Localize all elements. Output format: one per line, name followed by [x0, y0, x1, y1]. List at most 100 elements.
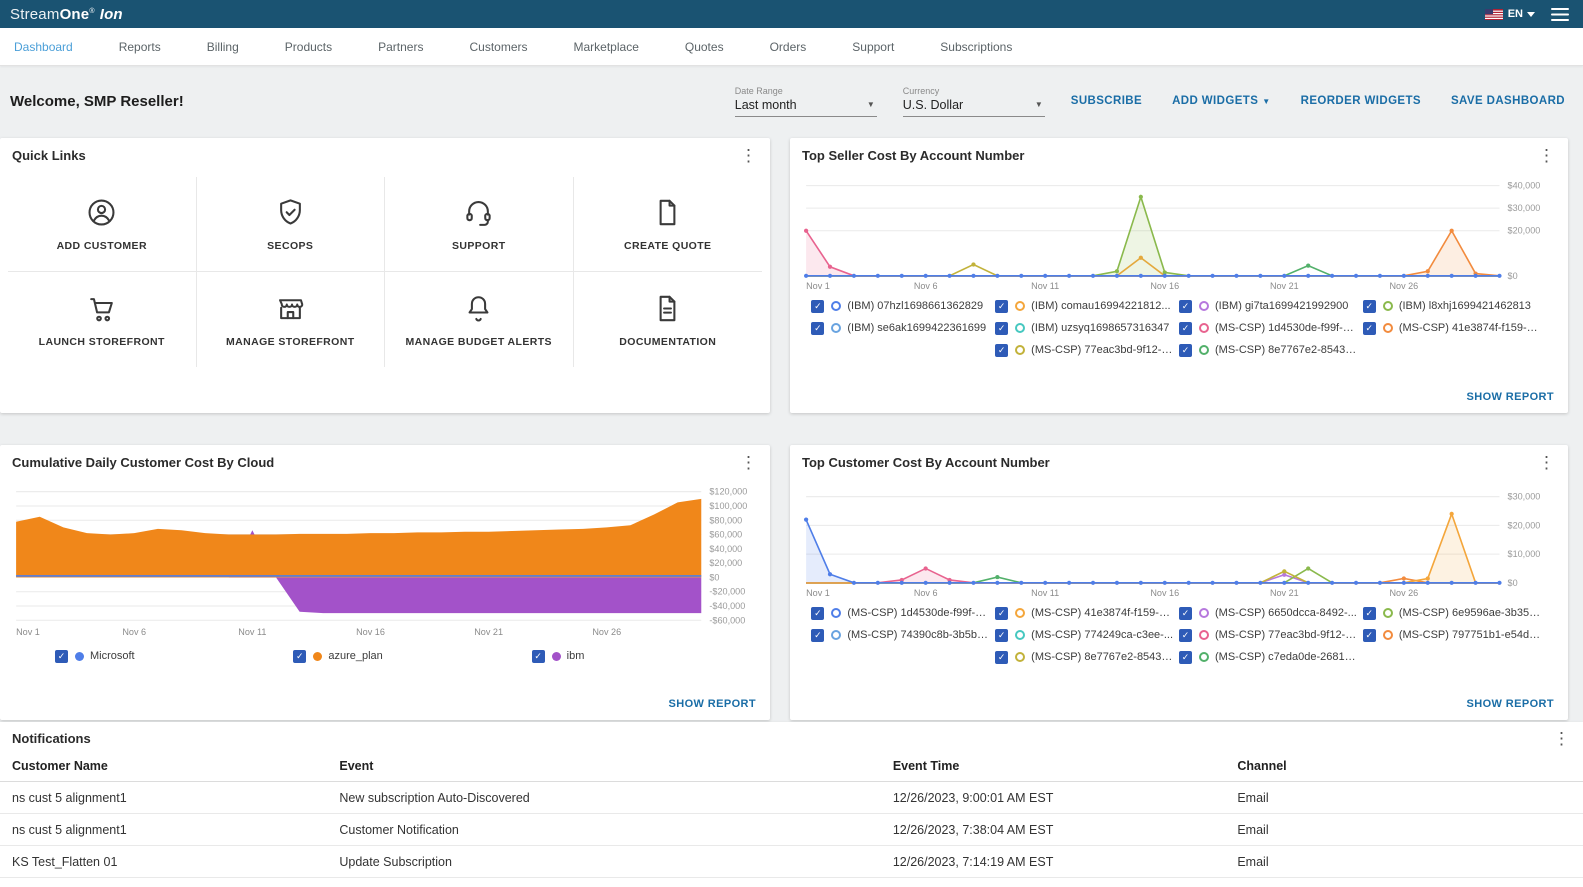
legend-item: ✓ ibm	[531, 649, 770, 663]
svg-text:$60,000: $60,000	[709, 530, 742, 540]
person-circle-icon	[88, 199, 115, 226]
legend-checkbox[interactable]: ✓	[995, 321, 1009, 335]
legend-item: ✓ (MS-CSP) 41e3874f-f159-4...	[995, 606, 1179, 620]
svg-text:Nov 21: Nov 21	[474, 627, 503, 637]
table-row[interactable]: ns cust 5 alignment1 New subscription Aut…	[0, 782, 1583, 814]
quick-links-widget: Quick Links ⋮ ADD CUSTOMER SECOPS SUPPORT C…	[0, 138, 770, 413]
legend-checkbox[interactable]: ✓	[1179, 628, 1192, 642]
legend-checkbox[interactable]: ✓	[531, 649, 545, 663]
widget-menu-button[interactable]: ⋮	[735, 454, 762, 471]
legend-checkbox[interactable]: ✓	[811, 321, 825, 335]
date-range-select[interactable]: Date Range Last month ▼	[734, 86, 877, 117]
legend-checkbox[interactable]: ✓	[995, 606, 1009, 620]
add-widgets-button[interactable]: ADD WIDGETS ▼	[1172, 95, 1271, 107]
quick-link-add-customer[interactable]: ADD CUSTOMER	[8, 177, 197, 272]
nav-item-billing[interactable]: Billing	[184, 40, 262, 54]
legend-checkbox[interactable]: ✓	[1362, 628, 1376, 642]
quick-link-launch-storefront[interactable]: LAUNCH STOREFRONT	[8, 272, 197, 367]
series-label: (MS-CSP) c7eda0de-2681-...	[1215, 651, 1358, 664]
widget-menu-button[interactable]: ⋮	[735, 147, 762, 164]
legend-item: ✓ (MS-CSP) 77eac3bd-9f12-4...	[995, 343, 1179, 357]
svg-text:$120,000: $120,000	[709, 487, 747, 497]
legend-checkbox[interactable]: ✓	[1362, 606, 1376, 620]
legend-checkbox[interactable]: ✓	[995, 628, 1009, 642]
svg-text:$0: $0	[1508, 578, 1518, 588]
legend-checkbox[interactable]: ✓	[55, 649, 68, 663]
nav-item-subscriptions[interactable]: Subscriptions	[917, 40, 1035, 54]
legend-checkbox[interactable]: ✓	[1179, 650, 1192, 664]
quick-link-documentation[interactable]: DOCUMENTATION	[574, 272, 763, 367]
nav-item-quotes[interactable]: Quotes	[662, 40, 747, 54]
show-report-link[interactable]: SHOW REPORT	[668, 698, 756, 710]
table-row[interactable]: KS Test_Flatten 01 Update Subscription 12/…	[0, 846, 1583, 878]
quick-link-create-quote[interactable]: CREATE QUOTE	[573, 177, 762, 272]
quick-link-label: LAUNCH STOREFRONT	[38, 335, 165, 348]
series-color-dot	[75, 651, 84, 661]
series-color-dot	[831, 323, 842, 334]
widget-menu-button[interactable]: ⋮	[1533, 454, 1560, 471]
subscribe-button[interactable]: SUBSCRIBE	[1071, 95, 1142, 107]
quick-link-label: MANAGE BUDGET ALERTS	[405, 335, 552, 348]
nav-item-reports[interactable]: Reports	[96, 40, 184, 54]
nav-item-dashboard[interactable]: Dashboard	[14, 40, 96, 54]
nav-item-orders[interactable]: Orders	[747, 40, 830, 54]
legend-checkbox[interactable]: ✓	[811, 299, 825, 313]
legend-checkbox[interactable]: ✓	[293, 649, 307, 663]
save-dashboard-button[interactable]: SAVE DASHBOARD	[1451, 95, 1565, 107]
nav-item-support[interactable]: Support	[829, 40, 917, 54]
series-color-dot	[1199, 345, 1209, 356]
nav-item-products[interactable]: Products	[262, 40, 355, 54]
quick-link-manage-budget-alerts[interactable]: MANAGE BUDGET ALERTS	[385, 272, 574, 367]
legend-item: ✓ (MS-CSP) 1d4530de-f99f-4...	[811, 606, 995, 620]
legend-checkbox[interactable]: ✓	[1179, 343, 1192, 357]
legend-checkbox[interactable]: ✓	[1362, 299, 1376, 313]
currency-select[interactable]: Currency U.S. Dollar ▼	[902, 86, 1045, 117]
series-label: (MS-CSP) 77eac3bd-9f12-4...	[1215, 629, 1361, 642]
show-report-link[interactable]: SHOW REPORT	[1466, 698, 1554, 710]
series-label: (MS-CSP) 1d4530de-f99f-4...	[1215, 322, 1359, 335]
legend-checkbox[interactable]: ✓	[811, 628, 825, 642]
svg-text:Nov 16: Nov 16	[1150, 588, 1179, 598]
language-label: EN	[1507, 8, 1523, 20]
legend-checkbox[interactable]: ✓	[995, 650, 1009, 664]
legend-checkbox[interactable]: ✓	[995, 299, 1009, 313]
table-cell: ns cust 5 alignment1	[12, 790, 127, 805]
svg-text:-$40,000: -$40,000	[709, 601, 745, 611]
legend-item: ✓ (MS-CSP) 774249ca-c3ee-...	[995, 628, 1179, 642]
nav-item-partners[interactable]: Partners	[355, 40, 446, 54]
quick-link-manage-storefront[interactable]: MANAGE STOREFRONT	[197, 272, 385, 367]
legend-checkbox[interactable]: ✓	[995, 343, 1009, 357]
table-row[interactable]: ns cust 5 alignment1 Customer Notificatio…	[0, 814, 1583, 846]
svg-text:$20,000: $20,000	[709, 558, 742, 568]
legend-checkbox[interactable]: ✓	[1362, 321, 1376, 335]
reorder-widgets-button[interactable]: REORDER WIDGETS	[1301, 95, 1421, 107]
legend-item: ✓ (IBM) 07hzl1698661362829	[811, 299, 995, 313]
language-selector[interactable]: EN	[1508, 8, 1535, 20]
quick-link-support[interactable]: SUPPORT	[385, 177, 574, 272]
registered-mark: ®	[89, 7, 95, 15]
legend-checkbox[interactable]: ✓	[1179, 321, 1192, 335]
widget-menu-button[interactable]: ⋮	[1533, 147, 1560, 164]
nav-item-marketplace[interactable]: Marketplace	[551, 40, 662, 54]
legend-item: ✓ (IBM) uzsyq1698657316347	[995, 321, 1179, 335]
widget-menu-button[interactable]: ⋮	[1548, 730, 1575, 747]
nav-item-customers[interactable]: Customers	[446, 40, 550, 54]
column-header: Channel	[1237, 758, 1287, 773]
series-label: (MS-CSP) 74390c8b-3b5b-...	[847, 629, 990, 642]
hamburger-menu-icon[interactable]	[1551, 7, 1569, 21]
svg-text:$20,000: $20,000	[1508, 520, 1541, 530]
svg-text:Nov 16: Nov 16	[1150, 281, 1179, 291]
legend-checkbox[interactable]: ✓	[1179, 299, 1192, 313]
svg-text:$0: $0	[709, 572, 719, 582]
table-cell: Update Subscription	[339, 854, 452, 869]
legend-checkbox[interactable]: ✓	[1179, 606, 1192, 620]
page-header: Welcome, SMP Reseller! Date Range Last m…	[0, 66, 1583, 136]
notifications-table: Customer Name Event Event Time Channel ns cu…	[0, 750, 1583, 878]
quick-link-secops[interactable]: SECOPS	[196, 177, 385, 272]
legend-item: ✓ (MS-CSP) 1d4530de-f99f-4...	[1179, 321, 1363, 335]
table-cell: 12/26/2023, 7:14:19 AM EST	[892, 854, 1054, 869]
show-report-link[interactable]: SHOW REPORT	[1466, 391, 1554, 403]
legend-checkbox[interactable]: ✓	[811, 606, 825, 620]
series-color-dot	[1015, 301, 1026, 312]
table-cell: Email	[1237, 790, 1269, 805]
